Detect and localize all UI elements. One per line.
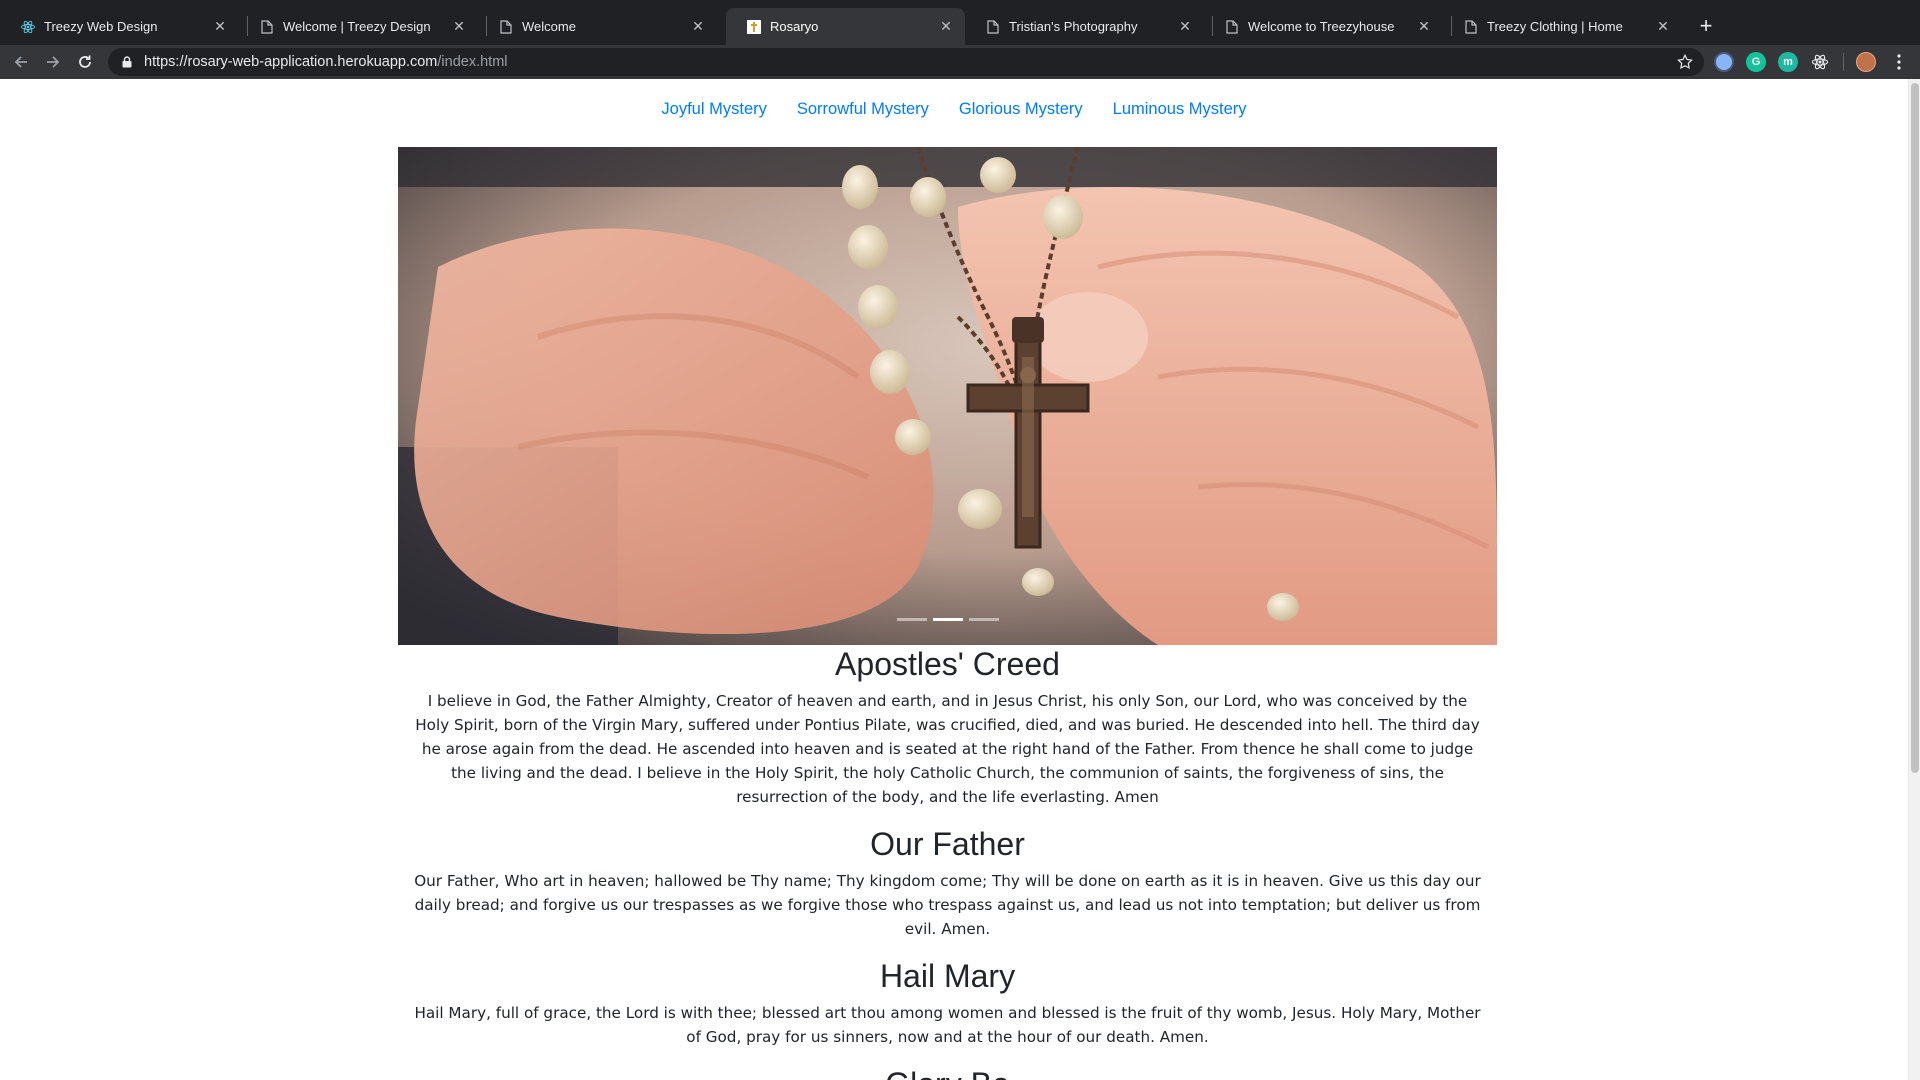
tab-title: Rosaryo xyxy=(770,19,819,34)
prayer-text: I believe in God, the Father Almighty, C… xyxy=(415,692,1480,806)
carousel-indicators xyxy=(398,618,1497,621)
bookmark-star-icon[interactable] xyxy=(1676,53,1694,71)
page-icon xyxy=(498,19,514,35)
prayer-title: Our Father xyxy=(870,826,1025,862)
prayer-text: Our Father, Who art in heaven; hallowed … xyxy=(414,872,1481,938)
tab-strip: Treezy Web Design ✕ Welcome | Treezy Des… xyxy=(0,0,1920,45)
page-icon xyxy=(985,19,1001,35)
nav-link-sorrowful[interactable]: Sorrowful Mystery xyxy=(797,100,929,119)
page-scrollbar[interactable] xyxy=(1908,79,1920,1080)
browser-tab[interactable]: Tristian's Photography ✕ xyxy=(965,8,1204,45)
close-tab-icon[interactable]: ✕ xyxy=(937,18,955,36)
tab-title: Tristian's Photography xyxy=(1009,19,1138,34)
back-arrow-icon[interactable] xyxy=(8,49,34,75)
nav-link-luminous[interactable]: Luminous Mystery xyxy=(1113,100,1247,119)
page-icon xyxy=(1224,19,1240,35)
scrollbar-thumb[interactable] xyxy=(1911,83,1919,773)
close-tab-icon[interactable]: ✕ xyxy=(1176,18,1194,36)
lock-icon xyxy=(120,55,134,69)
tab-title: Welcome xyxy=(522,19,576,34)
close-tab-icon[interactable]: ✕ xyxy=(450,18,468,36)
prayer-hail-mary: Hail Mary Hail Mary, full of grace, the … xyxy=(398,957,1497,1049)
kebab-menu-icon[interactable] xyxy=(1886,49,1912,75)
browser-tab[interactable]: Welcome | Treezy Design ✕ xyxy=(239,8,478,45)
close-tab-icon[interactable]: ✕ xyxy=(689,18,707,36)
nav-link-glorious[interactable]: Glorious Mystery xyxy=(959,100,1083,119)
hero-carousel[interactable] xyxy=(398,147,1497,645)
browser-tab[interactable]: Welcome ✕ xyxy=(478,8,717,45)
url-text: https://rosary-web-application.herokuapp… xyxy=(144,54,508,70)
browser-tab[interactable]: Treezy Clothing | Home ✕ xyxy=(1443,8,1682,45)
extension-blue-icon[interactable] xyxy=(1714,52,1734,72)
prayer-glory-be: Glory Be xyxy=(398,1065,1497,1080)
carousel-indicator[interactable] xyxy=(968,618,999,621)
browser-toolbar: https://rosary-web-application.herokuapp… xyxy=(0,45,1920,79)
reload-icon[interactable] xyxy=(72,49,98,75)
prayer-text: Hail Mary, full of grace, the Lord is wi… xyxy=(414,1004,1481,1046)
carousel-indicator[interactable] xyxy=(896,618,927,621)
tab-title: Treezy Clothing | Home xyxy=(1487,19,1623,34)
carousel-indicator-active[interactable] xyxy=(932,618,963,621)
url-host: https://rosary-web-application.herokuapp… xyxy=(144,54,438,70)
prayer-title: Hail Mary xyxy=(879,958,1016,994)
tab-title: Treezy Web Design xyxy=(44,19,158,34)
page-viewport: Joyful Mystery Sorrowful Mystery Gloriou… xyxy=(0,79,1908,1080)
browser-tab[interactable]: Treezy Web Design ✕ xyxy=(0,8,239,45)
page-icon xyxy=(259,19,275,35)
react-devtools-icon[interactable] xyxy=(1810,52,1830,72)
react-icon xyxy=(20,19,36,35)
forward-arrow-icon[interactable] xyxy=(40,49,66,75)
prayer-title: Glory Be xyxy=(398,1065,1497,1080)
extension-m-icon[interactable]: m xyxy=(1778,52,1798,72)
prayer-our-father: Our Father Our Father, Who art in heaven… xyxy=(398,825,1497,941)
prayer-title: Apostles' Creed xyxy=(835,646,1060,682)
rosary-hands-image xyxy=(398,147,1497,645)
prayer-apostles-creed: Apostles' Creed I believe in God, the Fa… xyxy=(398,645,1497,809)
close-tab-icon[interactable]: ✕ xyxy=(211,18,229,36)
toolbar-divider xyxy=(1843,53,1844,71)
address-bar[interactable]: https://rosary-web-application.herokuapp… xyxy=(108,48,1704,76)
browser-tab-active[interactable]: Rosaryo ✕ xyxy=(726,8,965,45)
nav-link-joyful[interactable]: Joyful Mystery xyxy=(661,100,766,119)
profile-avatar[interactable] xyxy=(1856,52,1876,72)
page-icon xyxy=(1463,19,1479,35)
browser-tab[interactable]: Welcome to Treezyhouse ✕ xyxy=(1204,8,1443,45)
close-tab-icon[interactable]: ✕ xyxy=(1415,18,1433,36)
tab-title: Welcome to Treezyhouse xyxy=(1248,19,1395,34)
grammarly-icon[interactable]: G xyxy=(1746,52,1766,72)
prayers-section: Apostles' Creed I believe in God, the Fa… xyxy=(398,645,1497,1080)
close-tab-icon[interactable]: ✕ xyxy=(1654,18,1672,36)
new-tab-button[interactable]: + xyxy=(1692,12,1720,40)
tab-title: Welcome | Treezy Design xyxy=(283,19,431,34)
mystery-nav: Joyful Mystery Sorrowful Mystery Gloriou… xyxy=(0,79,1908,139)
rosaryo-icon xyxy=(746,19,762,35)
url-path: /index.html xyxy=(437,54,508,70)
